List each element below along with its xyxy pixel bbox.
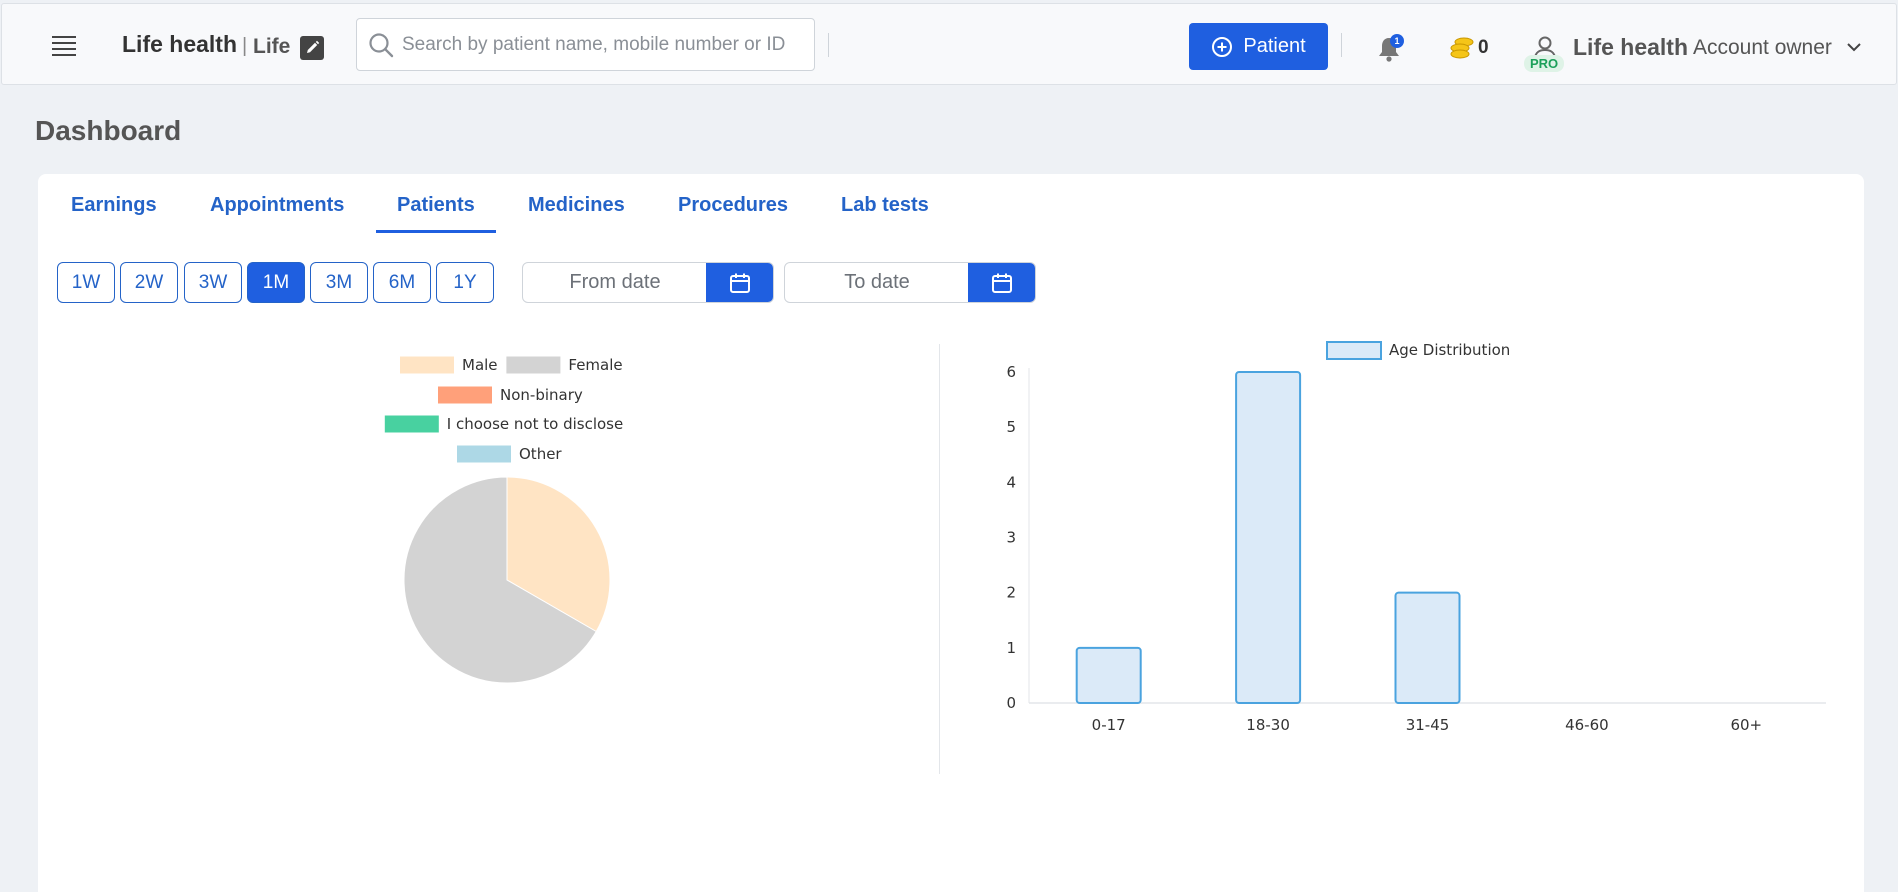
dashboard-card: Earnings Appointments Patients Medicines… <box>38 174 1864 892</box>
add-patient-label: Patient <box>1243 35 1306 57</box>
toolbar-divider <box>1341 33 1342 57</box>
add-patient-button[interactable]: Patient <box>1189 23 1328 70</box>
clinic-name: Life health <box>122 31 238 57</box>
chevron-down-icon[interactable] <box>1845 40 1863 54</box>
x-tick-label: 18-30 <box>1246 716 1290 734</box>
notification-badge: 1 <box>1390 34 1404 48</box>
coins-icon[interactable] <box>1448 34 1476 62</box>
top-bar: Life health | Life Patient 1 0 <box>1 3 1897 85</box>
clinic-subname: Life <box>253 35 291 58</box>
y-tick-label: 2 <box>1006 584 1016 602</box>
bar-31-45[interactable] <box>1394 591 1461 704</box>
search-box <box>356 18 815 71</box>
x-tick-label: 31-45 <box>1406 716 1450 734</box>
y-tick-label: 6 <box>1006 363 1016 381</box>
legend-label: Age Distribution <box>1389 341 1510 359</box>
y-tick-label: 0 <box>1006 694 1016 712</box>
brand-separator: | <box>242 35 248 57</box>
age-distribution-bar-chart: Age Distribution 0 1 2 3 4 5 6 0-17 18-30 31-45 46-… <box>1006 341 1826 734</box>
y-tick-label: 5 <box>1006 418 1016 436</box>
pro-badge: PRO <box>1524 55 1565 72</box>
x-tick-label: 0-17 <box>1092 716 1126 734</box>
y-tick-label: 4 <box>1006 473 1016 491</box>
search-input[interactable] <box>402 29 802 61</box>
search-icon <box>369 33 394 58</box>
edit-clinic-button[interactable] <box>300 36 324 60</box>
x-tick-label: 60+ <box>1730 716 1762 734</box>
search-divider <box>828 33 829 57</box>
coins-count: 0 <box>1478 37 1489 58</box>
legend-item[interactable]: Age Distribution <box>1326 341 1510 360</box>
x-tick-label: 46-60 <box>1565 716 1609 734</box>
user-role[interactable]: Account owner <box>1693 36 1832 60</box>
menu-icon[interactable] <box>48 34 82 58</box>
bar-0-17[interactable] <box>1075 646 1142 705</box>
user-name[interactable]: Life health <box>1573 34 1688 61</box>
legend-swatch <box>1326 341 1382 360</box>
y-tick-label: 1 <box>1006 639 1016 657</box>
bar-18-30[interactable] <box>1235 371 1302 704</box>
pencil-icon <box>307 40 320 53</box>
plus-circle-icon <box>1212 36 1233 57</box>
y-tick-label: 3 <box>1006 529 1016 547</box>
page-title: Dashboard <box>35 115 182 146</box>
